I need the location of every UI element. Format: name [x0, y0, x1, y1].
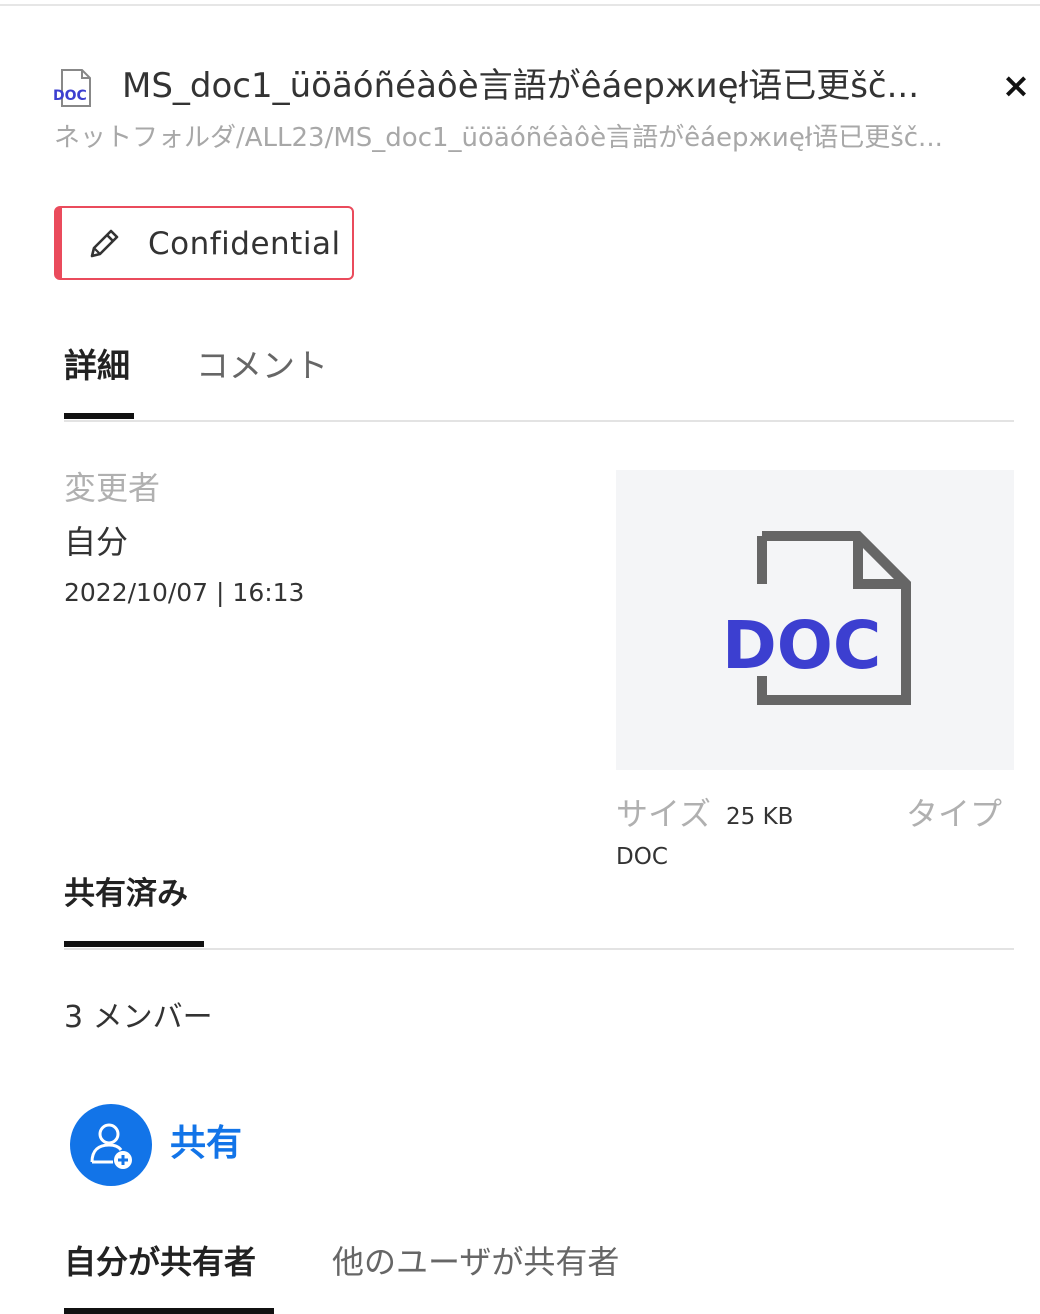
top-divider	[0, 4, 1040, 6]
preview-doc-text: DOC	[722, 607, 881, 684]
classification-label: Confidential	[148, 226, 341, 262]
share-tab-active-indicator	[64, 1308, 274, 1314]
type-label: タイプ	[906, 795, 1003, 833]
file-title: MS_doc1_üöäóñéàôè言語がêáeржиęł语已更šč...	[122, 66, 920, 106]
close-button[interactable]: ×	[996, 66, 1036, 106]
classification-badge[interactable]: Confidential	[54, 206, 354, 280]
tab-comments[interactable]: コメント	[196, 344, 328, 388]
shared-heading: 共有済み	[64, 876, 188, 912]
tabs-divider	[64, 420, 1014, 422]
size-value: 25 KB	[726, 804, 794, 830]
shared-divider	[64, 948, 1014, 950]
share-label: 共有	[170, 1123, 243, 1164]
file-details-panel: DOC MS_doc1_üöäóñéàôè言語がêáeржиęł语已更šč...…	[0, 0, 1040, 1314]
modified-by-label: 変更者	[64, 469, 161, 507]
share-button[interactable]: 共有	[70, 1104, 270, 1186]
tab-shared-by-others[interactable]: 他のユーザが共有者	[332, 1240, 619, 1284]
size-label: サイズ	[616, 795, 712, 833]
doc-file-icon: DOC	[52, 68, 96, 108]
file-path: ネットフォルダ/ALL23/MS_doc1_üöäóñéàôè言語がêáeржи…	[54, 123, 943, 153]
shared-heading-underline	[64, 941, 204, 947]
file-icon-text: DOC	[53, 88, 87, 104]
modified-datetime: 2022/10/07 | 16:13	[64, 578, 305, 607]
pencil-icon	[84, 224, 124, 264]
tab-shared-by-me[interactable]: 自分が共有者	[64, 1240, 256, 1284]
tab-details[interactable]: 詳細	[64, 344, 130, 388]
modified-by-value: 自分	[64, 523, 129, 561]
tab-active-indicator	[64, 413, 134, 419]
type-value: DOC	[616, 844, 668, 870]
member-count: 3 メンバー	[64, 1000, 213, 1035]
file-preview: DOC	[616, 470, 1014, 770]
add-user-icon	[70, 1104, 152, 1186]
